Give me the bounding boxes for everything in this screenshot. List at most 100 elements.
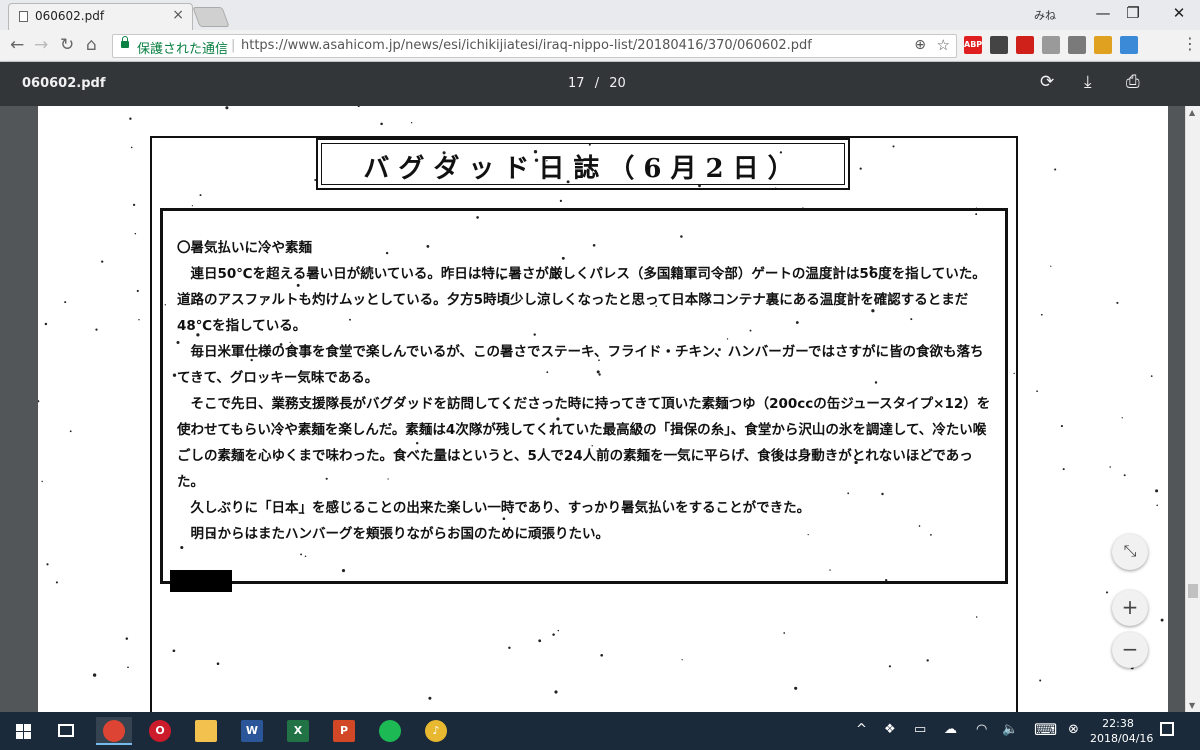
opera-app[interactable]: O	[142, 717, 178, 745]
back-icon[interactable]: ←	[10, 35, 24, 55]
home-icon[interactable]: ⌂	[86, 35, 97, 55]
adblock-plus-icon[interactable]: ABP	[964, 36, 982, 54]
close-window-button[interactable]: ✕	[1164, 4, 1194, 22]
reload-icon[interactable]: ↻	[60, 35, 74, 55]
profile-label[interactable]: みね	[1034, 7, 1056, 23]
chrome-app-icon	[103, 720, 125, 742]
tab-title: 060602.pdf	[35, 9, 105, 23]
scan-speck	[136, 289, 139, 293]
wifi-icon[interactable]: ◠	[976, 722, 987, 737]
scan-speck	[92, 673, 97, 677]
keyboard-icon[interactable]: ⌨	[1034, 720, 1057, 739]
document-body: 〇暑気払いに冷や素麺 連日50℃を超える暑い日が続いている。昨日は特に暑さが厳し…	[177, 235, 993, 547]
chrome-app[interactable]	[96, 717, 132, 745]
scan-speck	[134, 232, 137, 235]
new-tab-button[interactable]	[192, 7, 230, 27]
scan-speck	[138, 319, 140, 321]
menu-icon[interactable]: ⋮	[1182, 34, 1198, 53]
scan-speck	[127, 666, 129, 669]
current-page[interactable]: 17	[568, 76, 585, 91]
clock-time: 22:38	[1102, 717, 1134, 730]
download-icon[interactable]: ⤓	[1084, 72, 1092, 92]
extension-icon[interactable]	[1042, 36, 1060, 54]
file-explorer-app[interactable]	[188, 717, 224, 745]
pdf-document-area[interactable]: バグダッド日誌（6月2日） 〇暑気払いに冷や素麺 連日50℃を超える暑い日が続い…	[0, 106, 1185, 712]
scan-speck	[1116, 301, 1119, 304]
powerpoint-app[interactable]: P	[326, 717, 362, 745]
scan-speck	[101, 260, 104, 263]
start-button[interactable]	[0, 712, 46, 750]
page-indicator: 17 / 20	[568, 76, 626, 91]
powerpoint-app-icon: P	[333, 720, 355, 742]
maximize-button[interactable]: ❐	[1118, 4, 1148, 22]
acrobat-icon[interactable]	[1016, 36, 1034, 54]
onedrive-icon[interactable]: ☁	[944, 722, 957, 737]
scroll-thumb[interactable]	[1188, 584, 1198, 598]
scan-speck	[55, 581, 58, 584]
scan-speck	[1160, 618, 1164, 622]
task-view-icon[interactable]	[58, 724, 74, 737]
extension-icon[interactable]	[1068, 36, 1086, 54]
word-app-icon: W	[241, 720, 263, 742]
scan-speck	[46, 563, 49, 566]
scan-speck	[357, 106, 360, 108]
tab-pdf[interactable]: 060602.pdf ×	[8, 3, 193, 30]
section-heading: 〇暑気払いに冷や素麺	[177, 240, 312, 256]
paragraph: 明日からはまたハンバーグを頬張りながらお国のために頑張りたい。	[190, 526, 610, 542]
url-text[interactable]: https://www.asahicom.jp/news/esi/ichikij…	[241, 38, 812, 53]
volume-icon[interactable]: 🔈	[1002, 722, 1018, 737]
scroll-up-arrow-icon[interactable]: ▲	[1189, 108, 1195, 117]
battery-icon[interactable]: ▭	[914, 722, 926, 737]
file-explorer-app-icon	[195, 720, 217, 742]
clock-date: 2018/04/16	[1090, 732, 1154, 745]
scan-speck	[1123, 474, 1126, 477]
scan-speck	[1050, 265, 1052, 267]
bookmark-star-icon[interactable]: ☆	[937, 36, 950, 54]
zoom-in-button[interactable]: +	[1112, 590, 1148, 626]
paragraph: 連日50℃を超える暑い日が続いている。昨日は特に暑さが厳しくパレス（多国籍軍司令…	[177, 266, 986, 334]
download-extension-icon[interactable]	[1120, 36, 1138, 54]
rotate-icon[interactable]: ⟳	[1040, 72, 1054, 92]
scan-speck	[38, 400, 40, 403]
print-icon[interactable]: ⎙	[1126, 72, 1140, 92]
content-box: 〇暑気払いに冷や素麺 連日50℃を超える暑い日が続いている。昨日は特に暑さが厳し…	[160, 208, 1008, 584]
close-tab-icon[interactable]: ×	[172, 7, 184, 23]
browser-toolbar: ← → ↻ ⌂ 保護された通信 | https://www.asahicom.j…	[0, 30, 1200, 62]
notification-center-icon[interactable]	[1160, 722, 1174, 736]
forward-icon[interactable]: →	[34, 35, 48, 55]
scan-speck	[1062, 468, 1065, 471]
scan-speck	[1036, 390, 1038, 393]
spotify-app-icon	[379, 720, 401, 742]
tray-overflow-icon[interactable]: ^	[856, 722, 867, 737]
windows-taskbar: O W X P ♪ ^ ❖ ▭ ☁ ◠ 🔈 ⌨ ⊗ 22:38 2018/04/16	[0, 712, 1200, 750]
scan-speck	[1121, 417, 1123, 419]
vertical-scrollbar[interactable]: ▲ ▼	[1185, 106, 1200, 712]
fit-page-button[interactable]: ⤡	[1112, 534, 1148, 570]
scan-speck	[225, 106, 229, 110]
scan-speck	[41, 480, 43, 483]
scan-speck	[130, 146, 133, 149]
scan-speck	[95, 328, 98, 331]
scroll-down-arrow-icon[interactable]: ▼	[1189, 701, 1195, 710]
tab-strip: 060602.pdf × みね — ❐ ✕	[0, 0, 1200, 30]
tray-close-icon[interactable]: ⊗	[1068, 722, 1079, 737]
total-pages: 20	[609, 76, 626, 91]
secure-label: 保護された通信	[137, 42, 229, 57]
scan-speck	[1054, 168, 1057, 171]
scan-speck	[1039, 679, 1042, 682]
paragraph: 毎日米軍仕様の食事を食堂で楽しんでいるが、この暑さでステーキ、フライド・チキン、…	[177, 344, 984, 386]
extension-icon[interactable]	[1094, 36, 1112, 54]
dropbox-icon[interactable]: ❖	[884, 722, 896, 737]
extension-icon[interactable]	[990, 36, 1008, 54]
address-bar[interactable]: 保護された通信 | https://www.asahicom.jp/news/e…	[112, 34, 957, 58]
scan-speck	[380, 122, 383, 126]
word-app[interactable]: W	[234, 717, 270, 745]
itunes-app[interactable]: ♪	[418, 717, 454, 745]
spotify-app[interactable]	[372, 717, 408, 745]
zoom-icon[interactable]: ⊕	[914, 37, 926, 53]
paragraph: そこで先日、業務支援隊長がバグダッドを訪問してくださった時に持ってきて頂いた素麺…	[177, 396, 991, 490]
zoom-out-button[interactable]: −	[1112, 632, 1148, 668]
excel-app[interactable]: X	[280, 717, 316, 745]
minimize-button[interactable]: —	[1088, 4, 1118, 22]
clock[interactable]: 22:38 2018/04/16	[1090, 716, 1154, 746]
